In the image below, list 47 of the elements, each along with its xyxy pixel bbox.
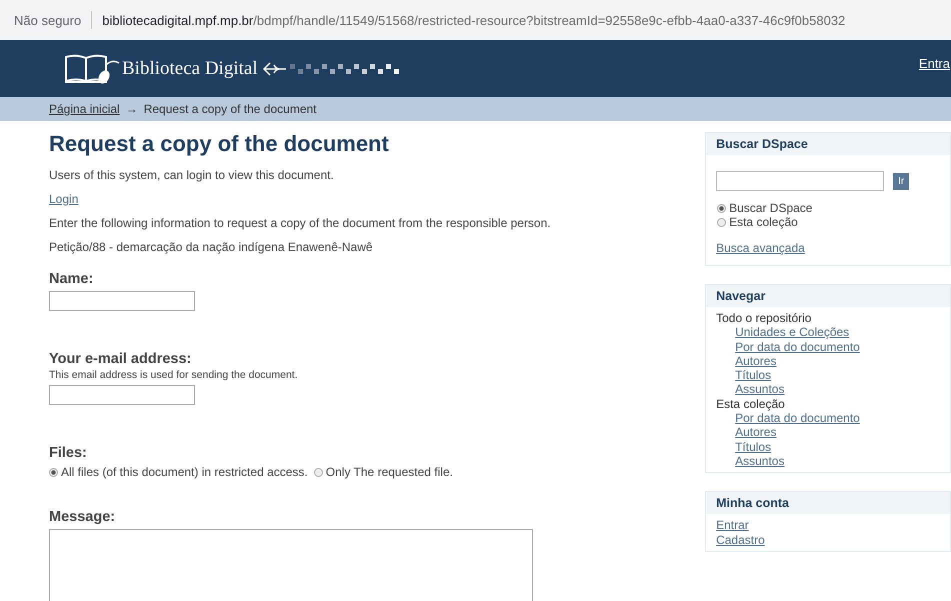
url-text[interactable]: bibliotecadigital.mpf.mp.br/bdmpf/handle/11549/51568/restricted-resource?bitstreamId=92558e9c-efbb-4aa0-a337-46c9f0b58032 bbox=[102, 12, 846, 28]
browse-link[interactable]: Títulos bbox=[735, 440, 772, 454]
field-label: Files: bbox=[49, 445, 88, 461]
login-link[interactable]: Login bbox=[49, 192, 78, 206]
search-field[interactable] bbox=[716, 171, 884, 191]
message-field[interactable] bbox=[49, 529, 533, 601]
account-link[interactable]: Entrar bbox=[716, 518, 749, 533]
name-field[interactable] bbox=[49, 291, 195, 311]
browse-link[interactable]: Títulos bbox=[735, 368, 772, 382]
account-link[interactable]: Cadastro bbox=[716, 532, 765, 547]
advanced-search-link[interactable]: Busca avançada bbox=[716, 241, 805, 255]
field-label: Your e-mail address: bbox=[49, 351, 192, 367]
panel-title: Minha conta bbox=[706, 492, 950, 514]
field-label: Name: bbox=[49, 271, 94, 287]
radio-button[interactable] bbox=[314, 468, 323, 476]
group-label: Esta coleção bbox=[716, 396, 785, 412]
panel-title: Navegar bbox=[706, 285, 950, 307]
instructions-text: Enter the following information to request a copy of the document from the responsible person. bbox=[49, 215, 552, 231]
login-link[interactable]: Entra bbox=[918, 56, 950, 71]
help-text: This email address is used for sending the document. bbox=[49, 369, 299, 381]
document-title: Petição/88 - demarcação da nação indígena Enawenê-Nawê bbox=[49, 239, 374, 255]
security-label: Não seguro bbox=[14, 12, 82, 28]
panel-title: Buscar DSpace bbox=[706, 133, 950, 155]
radio-option[interactable]: Only The requested file. bbox=[314, 465, 453, 479]
logo-text: Biblioteca Digital bbox=[122, 58, 258, 80]
browse-link[interactable]: Autores bbox=[735, 425, 776, 440]
radio-option[interactable]: Esta coleção bbox=[717, 215, 940, 229]
radio-button[interactable] bbox=[717, 218, 726, 226]
browse-link[interactable]: Unidades e Coleções bbox=[735, 325, 850, 340]
browse-link[interactable]: Assuntos bbox=[735, 382, 784, 397]
breadcrumb-separator: → bbox=[126, 102, 138, 116]
browse-link[interactable]: Autores bbox=[735, 354, 776, 368]
radio-option[interactable]: Buscar DSpace bbox=[717, 201, 940, 215]
home-link[interactable]: Página inicial bbox=[49, 102, 120, 116]
radio-button[interactable] bbox=[49, 468, 58, 476]
browse-link[interactable]: Por data do documento bbox=[735, 340, 860, 354]
breadcrumb-current: Request a copy of the document bbox=[144, 102, 316, 116]
group-label: Todo o repositório bbox=[716, 311, 812, 326]
radio-button[interactable] bbox=[717, 204, 726, 212]
email-field[interactable] bbox=[49, 385, 195, 405]
page-title: Request a copy of the document bbox=[49, 131, 390, 157]
go-button[interactable]: Ir bbox=[893, 172, 910, 190]
field-label: Message: bbox=[49, 509, 116, 525]
radio-option[interactable]: All files (of this document) in restricted access. bbox=[49, 465, 308, 479]
browse-link[interactable]: Assuntos bbox=[735, 454, 784, 468]
browse-link[interactable]: Por data do documento bbox=[735, 411, 860, 426]
intro-text: Users of this system, can login to view this document. bbox=[49, 167, 335, 183]
